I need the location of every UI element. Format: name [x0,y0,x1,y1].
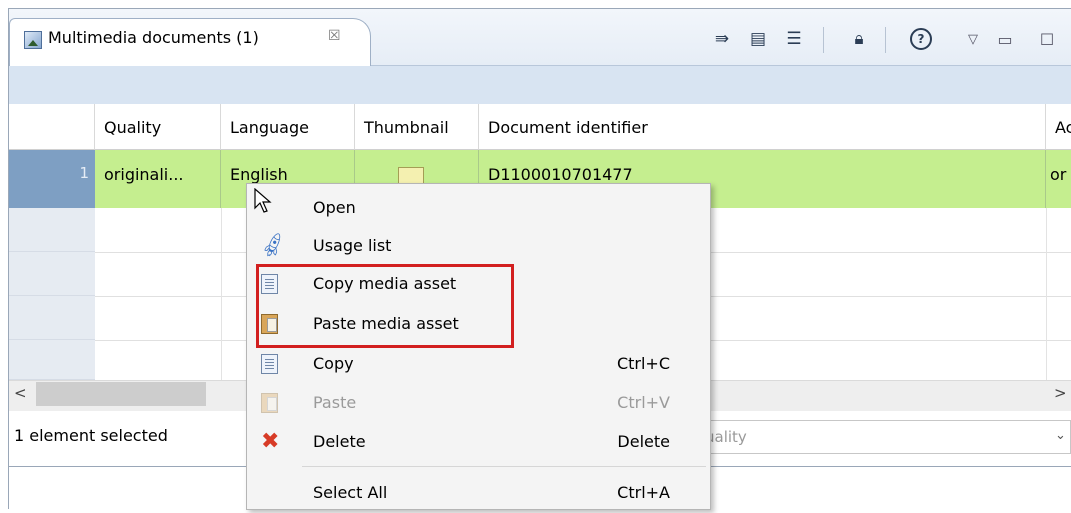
rocket-icon: 🚀︎ [257,229,290,261]
filter-band [9,66,1071,104]
column-header-thumbnail[interactable]: Thumbnail [355,104,479,150]
scrollbar-thumb[interactable] [36,382,206,406]
cell-quality[interactable]: originali... [95,150,221,208]
close-icon[interactable]: ☒ [328,28,341,44]
column-header-ac[interactable]: Ac [1046,104,1071,150]
maximize-icon[interactable]: ☐ [1036,28,1058,50]
menu-item-shortcut: Ctrl+C [616,354,670,373]
scroll-right-icon[interactable]: > [1054,384,1067,402]
row-header-empty [9,340,95,380]
menu-item-label: Copy [313,354,354,373]
menu-item-copy[interactable]: Copy Ctrl+C [247,346,708,384]
view-menu-icon[interactable]: ▽ [962,28,984,50]
menu-item-label: Open [313,198,356,217]
copy-icon [261,354,281,376]
column-header-quality[interactable]: Quality [95,104,221,150]
menu-item-label: Delete [313,432,366,451]
tab-title: Multimedia documents (1) [48,28,259,47]
highlight-box [256,264,514,348]
chevron-down-icon[interactable]: ⌄ [1055,428,1066,443]
quality-combo-text: uality [705,428,747,446]
sync-icon[interactable]: ⇛ [711,28,733,50]
menu-item-paste: Paste Ctrl+V [247,385,708,423]
menu-item-shortcut: Ctrl+A [617,483,670,502]
image-icon [24,31,42,49]
minimize-icon[interactable]: ▭ [994,28,1016,50]
layout-icon[interactable]: ▤ [747,28,769,50]
menu-item-label: Paste [313,393,357,412]
row-header-empty [9,208,95,252]
toolbar-separator [823,27,824,53]
selection-status: 1 element selected [14,426,168,445]
menu-separator [302,466,706,467]
menu-item-label: Select All [313,483,388,502]
cell-ac[interactable]: or [1046,150,1071,208]
mouse-pointer-icon [254,188,272,213]
scroll-left-icon[interactable]: < [14,384,27,402]
help-icon[interactable]: ? [910,28,932,50]
column-header-language[interactable]: Language [221,104,355,150]
menu-item-shortcut: Delete [617,432,670,451]
collapse-icon[interactable]: ☰ [783,28,805,50]
menu-item-shortcut: Ctrl+V [617,393,670,412]
lock-icon[interactable]: 🔒︎ [848,28,870,50]
toolbar-separator [885,27,886,53]
menu-item-label: Usage list [313,236,392,255]
row-header-empty [9,252,95,296]
row-number: 1 [9,150,95,208]
column-header-document-identifier[interactable]: Document identifier [479,104,1046,150]
delete-icon: ✖ [261,429,280,454]
row-number-header [9,104,95,150]
menu-item-usage-list[interactable]: 🚀︎ Usage list [247,228,708,266]
row-header-empty [9,296,95,340]
paste-icon [261,393,281,415]
grid-line [1046,208,1047,380]
grid-line [221,208,222,380]
menu-item-open[interactable]: Open [247,190,708,228]
menu-item-delete[interactable]: ✖ Delete Delete [247,424,708,462]
menu-item-select-all[interactable]: Select All Ctrl+A [247,475,708,513]
